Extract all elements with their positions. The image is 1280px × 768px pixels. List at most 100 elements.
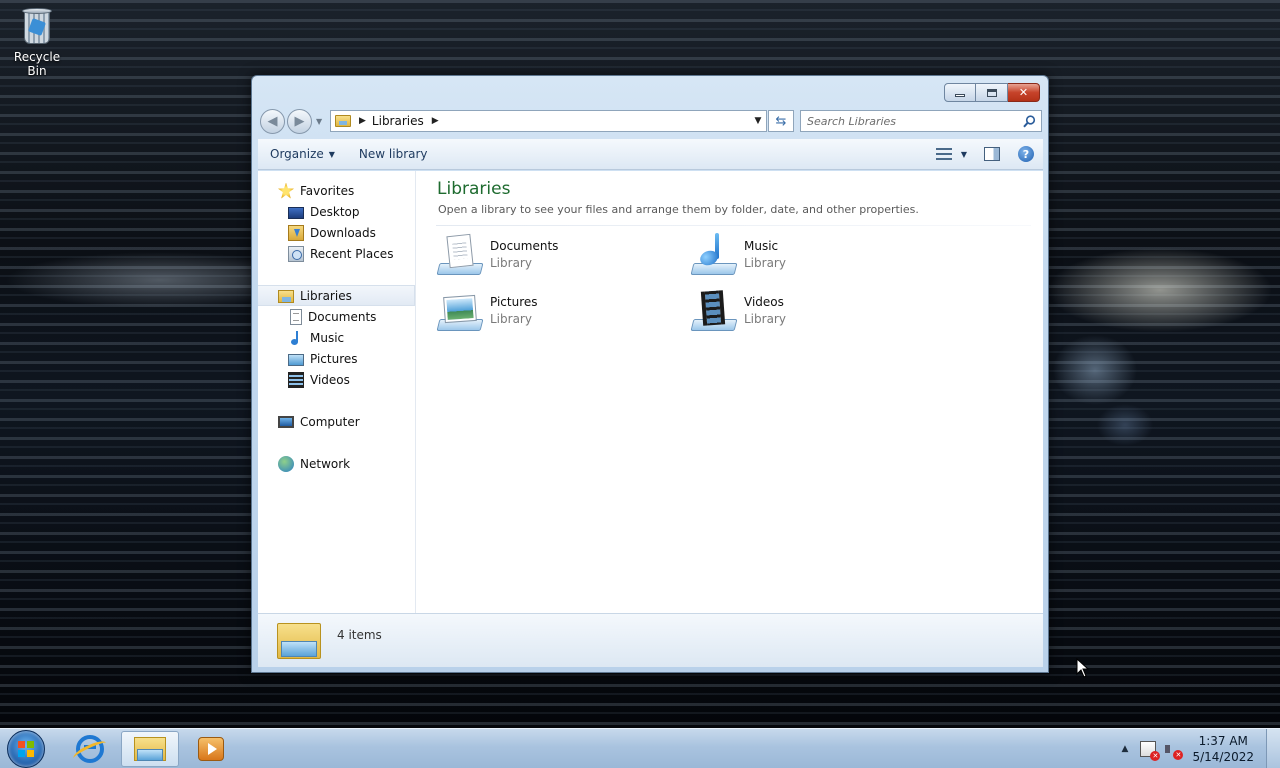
- nav-item-computer[interactable]: Computer: [278, 411, 360, 432]
- taskbar-internet-explorer[interactable]: [61, 731, 119, 767]
- computer-icon: [278, 415, 294, 428]
- forward-button[interactable]: ▶: [287, 109, 312, 134]
- library-name: Videos: [744, 295, 784, 309]
- back-button[interactable]: ◀: [260, 109, 285, 134]
- nav-item-desktop[interactable]: Desktop: [288, 201, 360, 222]
- nav-item-libraries[interactable]: Libraries: [258, 285, 415, 306]
- show-desktop-button[interactable]: [1266, 729, 1280, 768]
- preview-pane-icon: [984, 147, 1000, 161]
- library-name: Music: [744, 239, 779, 253]
- desktop-icon: [288, 206, 304, 219]
- pictures-library-icon: [436, 289, 484, 337]
- nav-label: Music: [310, 330, 345, 345]
- nav-label: Videos: [310, 372, 350, 387]
- internet-explorer-icon: [76, 735, 104, 763]
- nav-label: Documents: [308, 309, 377, 324]
- taskbar-windows-explorer[interactable]: [121, 731, 179, 767]
- nav-item-downloads[interactable]: Downloads: [288, 222, 376, 243]
- taskbar-media-player[interactable]: [182, 731, 240, 767]
- command-bar: Organize ▼ New library ▼ ?: [258, 139, 1043, 170]
- breadcrumb-chevron-icon[interactable]: ▶: [359, 116, 366, 126]
- nav-item-pictures[interactable]: Pictures: [288, 348, 358, 369]
- volume-muted-icon[interactable]: [1164, 741, 1184, 760]
- nav-item-favorites[interactable]: Favorites: [278, 180, 354, 201]
- documents-icon: [290, 308, 302, 325]
- nav-item-videos[interactable]: Videos: [288, 369, 350, 390]
- back-arrow-icon: ◀: [267, 114, 278, 129]
- more-views-dropdown[interactable]: ▼: [961, 150, 967, 159]
- nav-item-documents[interactable]: Documents: [288, 306, 376, 327]
- clock-date: 5/14/2022: [1192, 750, 1254, 764]
- library-type: Library: [490, 256, 532, 270]
- nav-item-network[interactable]: Network: [278, 453, 350, 474]
- address-dropdown-icon[interactable]: ▼: [750, 116, 766, 126]
- network-icon: [278, 455, 294, 472]
- library-item-videos[interactable]: Videos Library: [690, 289, 920, 341]
- help-icon: ?: [1018, 146, 1034, 162]
- preview-pane-button[interactable]: [979, 142, 1005, 166]
- change-view-button[interactable]: [931, 142, 957, 166]
- chevron-down-icon: ▼: [328, 149, 335, 159]
- page-title: Libraries: [437, 179, 511, 199]
- help-button[interactable]: ?: [1013, 142, 1039, 166]
- search-icon[interactable]: [1020, 112, 1038, 130]
- recent-pages-dropdown[interactable]: ▼: [316, 117, 322, 126]
- nav-label: Favorites: [300, 183, 355, 198]
- organize-label: Organize: [270, 147, 324, 161]
- library-item-music[interactable]: Music Library: [690, 233, 920, 285]
- navigation-row: ◀ ▶ ▼ ▶ Libraries ▶ ▼ ⇆: [258, 108, 1044, 134]
- videos-library-icon: [690, 289, 738, 337]
- search-input[interactable]: [801, 112, 1020, 130]
- downloads-icon: [288, 224, 304, 241]
- breadcrumb-libraries[interactable]: Libraries: [372, 114, 424, 128]
- library-name: Documents: [490, 239, 559, 253]
- minimize-icon: [955, 94, 965, 97]
- action-center-icon[interactable]: [1140, 741, 1161, 761]
- organize-button[interactable]: Organize ▼: [258, 139, 347, 169]
- refresh-button[interactable]: ⇆: [768, 110, 794, 132]
- navigation-pane: Favorites Desktop Downloads Recent Place…: [258, 171, 416, 613]
- details-pane: 4 items: [258, 613, 1043, 667]
- nav-item-recent-places[interactable]: Recent Places: [288, 243, 393, 264]
- search-box[interactable]: [800, 110, 1042, 132]
- library-type: Library: [744, 312, 786, 326]
- nav-label: Desktop: [310, 204, 360, 219]
- forward-arrow-icon: ▶: [294, 114, 305, 129]
- recycle-bin-shortcut[interactable]: Recycle Bin: [4, 6, 70, 78]
- libraries-icon: [278, 290, 294, 303]
- maximize-button[interactable]: [976, 83, 1008, 102]
- close-button[interactable]: ✕: [1008, 83, 1040, 102]
- mouse-cursor-icon: [1076, 658, 1090, 678]
- recycle-bin-label: Recycle Bin: [13, 50, 61, 78]
- clock[interactable]: 1:37 AM 5/14/2022: [1192, 733, 1254, 765]
- close-icon: ✕: [1018, 86, 1029, 99]
- recent-places-icon: [288, 245, 304, 262]
- new-library-label: New library: [358, 147, 428, 161]
- documents-library-icon: [436, 233, 484, 281]
- views-icon: [935, 147, 952, 161]
- library-item-documents[interactable]: Documents Library: [436, 233, 666, 285]
- videos-icon: [288, 371, 304, 388]
- content-area: Favorites Desktop Downloads Recent Place…: [258, 171, 1043, 613]
- show-hidden-icons-icon[interactable]: ▲: [1122, 744, 1129, 754]
- libraries-folder-icon: [277, 621, 321, 661]
- new-library-button[interactable]: New library: [347, 139, 440, 169]
- maximize-icon: [986, 88, 997, 97]
- recycle-bin-icon: [20, 6, 54, 46]
- nav-label: Libraries: [300, 288, 352, 303]
- divider: [436, 225, 1031, 226]
- item-count: 4 items: [337, 627, 382, 642]
- star-icon: [278, 182, 294, 199]
- nav-label: Network: [300, 456, 351, 471]
- minimize-button[interactable]: [944, 83, 976, 102]
- caption-buttons: ✕: [944, 83, 1040, 102]
- music-icon: [288, 330, 304, 346]
- notification-area: ▲ 1:37 AM 5/14/2022: [1122, 729, 1280, 768]
- library-type: Library: [490, 312, 532, 326]
- breadcrumb-chevron-icon[interactable]: ▶: [432, 116, 439, 126]
- address-bar[interactable]: ▶ Libraries ▶ ▼: [330, 110, 767, 132]
- start-button[interactable]: [7, 730, 45, 768]
- nav-label: Computer: [300, 414, 360, 429]
- library-item-pictures[interactable]: Pictures Library: [436, 289, 666, 341]
- nav-item-music[interactable]: Music: [288, 327, 344, 348]
